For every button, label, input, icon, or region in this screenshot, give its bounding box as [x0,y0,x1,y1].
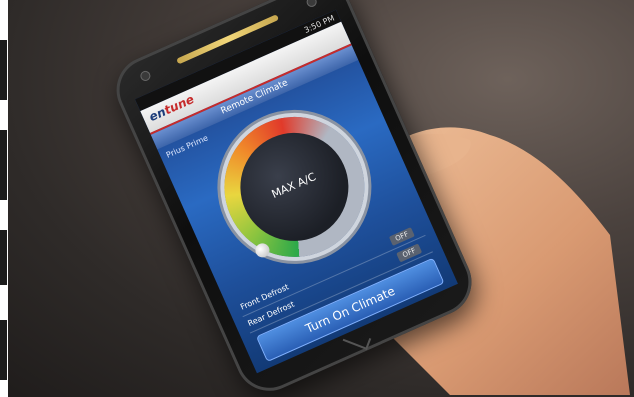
phone-screen: 3:50 PM entune Remote Climate Prius Prim… [134,9,458,374]
photo-frame: 3:50 PM entune Remote Climate Prius Prim… [0,0,634,397]
left-edge-strip [0,0,8,397]
brand-mark-icon [342,329,372,350]
sensor-icon [305,0,319,9]
front-camera-icon [138,69,152,83]
front-defrost-toggle[interactable]: OFF [388,227,415,246]
dial-label: MAX A/C [269,170,318,202]
